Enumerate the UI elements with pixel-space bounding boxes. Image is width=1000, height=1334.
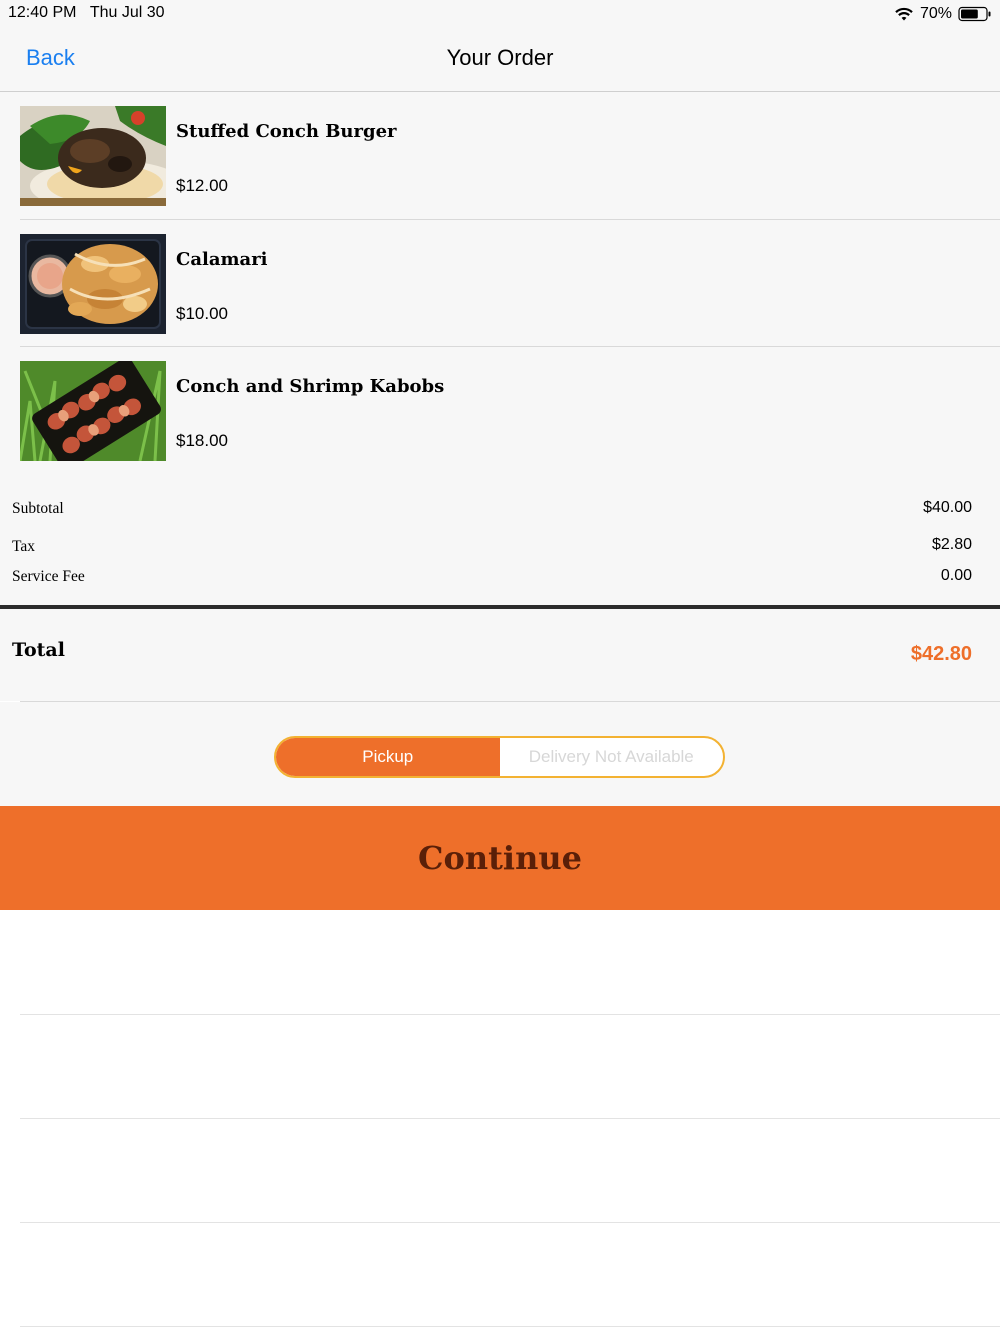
status-bar: 12:40 PM Thu Jul 30 70%: [0, 0, 1000, 28]
order-type-area: Pickup Delivery Not Available: [0, 702, 1000, 806]
order-summary: Subtotal $40.00 Tax $2.80 Service Fee 0.…: [0, 474, 1000, 608]
list-item[interactable]: Stuffed Conch Burger $12.00: [20, 92, 1000, 220]
status-date: Thu Jul 30: [89, 4, 165, 21]
list-item[interactable]: Conch and Shrimp Kabobs $18.00: [20, 347, 1000, 475]
continue-label: Continue: [418, 839, 582, 877]
status-indicators: 70%: [894, 4, 992, 24]
item-name: Conch and Shrimp Kabobs: [176, 376, 445, 397]
battery-icon: [958, 6, 991, 22]
item-price: $12.00: [176, 176, 228, 195]
navigation-bar: Back Your Order: [0, 28, 1000, 92]
page-title: Your Order: [446, 45, 554, 70]
empty-row-divider: [20, 1014, 1000, 1015]
pickup-option[interactable]: Pickup: [276, 738, 500, 776]
empty-row-divider: [20, 1222, 1000, 1223]
battery-percent: 70%: [919, 5, 952, 22]
total-value: $42.80: [910, 643, 972, 665]
tax-label: Tax: [12, 538, 36, 555]
calamari-photo: [20, 233, 166, 334]
continue-button[interactable]: Continue: [0, 806, 1000, 910]
item-price: $10.00: [176, 303, 228, 323]
kabobs-photo: [20, 361, 166, 461]
total-row: Total $42.80: [0, 609, 1000, 701]
empty-row-divider: [20, 1118, 1000, 1119]
status-clock: 12:40 PM: [8, 4, 77, 21]
subtotal-label: Subtotal: [12, 500, 64, 517]
battery-fill: [961, 9, 978, 19]
delivery-option[interactable]: Delivery Not Available: [500, 738, 724, 776]
item-price: $18.00: [176, 431, 228, 450]
wifi-icon: [895, 7, 913, 21]
tax-value: $2.80: [931, 536, 972, 553]
list-item[interactable]: Calamari $10.00: [20, 220, 1000, 347]
order-items-list: Stuffed Conch Burger $12.00 Calamari $10…: [0, 92, 1000, 475]
order-type-toggle: Pickup Delivery Not Available: [274, 736, 725, 778]
subtotal-value: $40.00: [923, 499, 972, 516]
service-fee-label: Service Fee: [12, 568, 85, 585]
status-time: 12:40 PM Thu Jul 30: [8, 4, 165, 22]
item-name: Calamari: [176, 248, 268, 270]
item-name: Stuffed Conch Burger: [176, 121, 397, 142]
burger-photo: [20, 106, 166, 206]
service-fee-value: 0.00: [940, 567, 972, 584]
total-label: Total: [12, 639, 65, 661]
empty-row-divider: [20, 1326, 1000, 1327]
